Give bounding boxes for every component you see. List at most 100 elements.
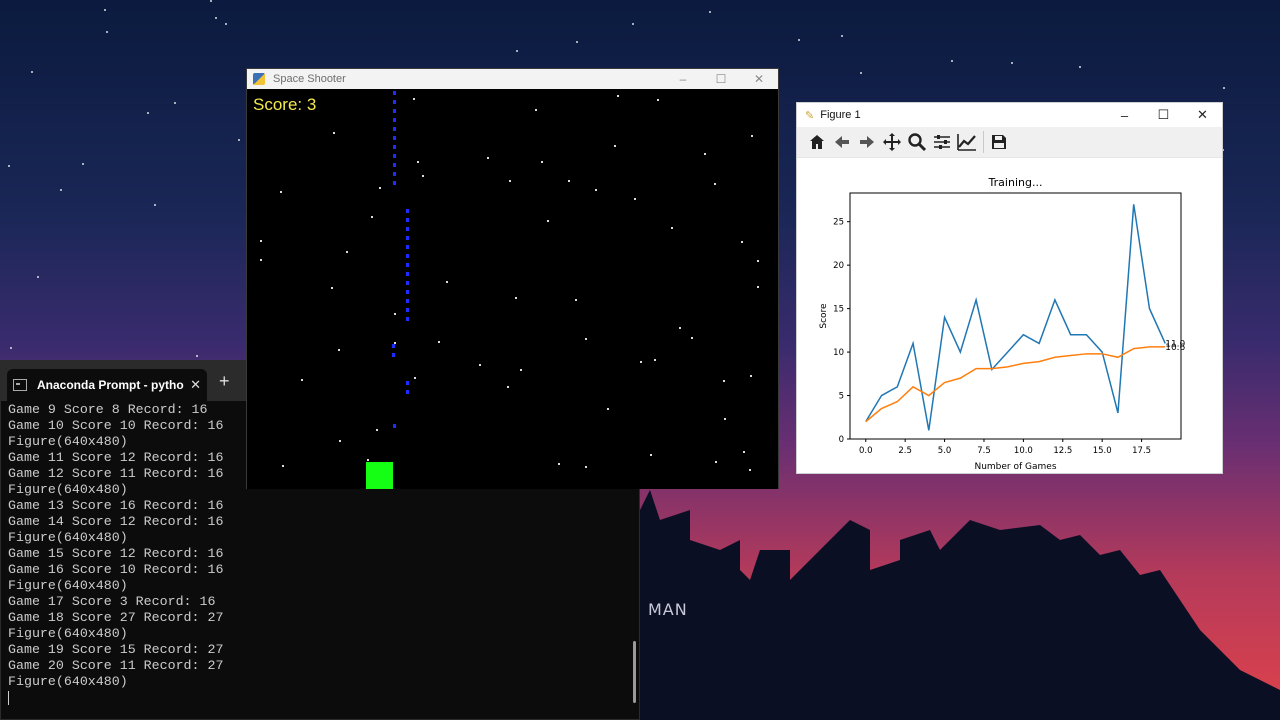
- close-button[interactable]: ✕: [740, 72, 778, 86]
- x-tick-label: 15.0: [1093, 446, 1112, 456]
- game-star: [413, 98, 415, 100]
- terminal-line: Game 14 Score 12 Record: 16: [8, 514, 224, 529]
- home-icon[interactable]: [805, 130, 829, 154]
- zoom-icon[interactable]: [905, 130, 929, 154]
- game-star: [333, 132, 335, 134]
- x-tick-label: 5.0: [938, 446, 952, 456]
- game-star: [558, 463, 560, 465]
- game-star: [535, 109, 537, 111]
- game-star: [691, 337, 693, 339]
- close-tab-icon[interactable]: ✕: [190, 377, 201, 393]
- back-arrow-icon[interactable]: [830, 130, 854, 154]
- laser-bullet: [406, 263, 409, 267]
- terminal-icon: [13, 379, 27, 391]
- terminal-line: Figure(640x480): [8, 626, 128, 641]
- game-star: [331, 287, 333, 289]
- y-tick-label: 5: [839, 392, 844, 402]
- x-tick-label: 10.0: [1014, 446, 1033, 456]
- laser-bullet: [406, 254, 409, 258]
- pan-icon[interactable]: [880, 130, 904, 154]
- edit-axis-icon[interactable]: [955, 130, 979, 154]
- terminal-tab-title: Anaconda Prompt - python s: [37, 378, 184, 392]
- game-star: [585, 338, 587, 340]
- game-star: [671, 227, 673, 229]
- game-star: [614, 145, 616, 147]
- laser-bullet: [392, 353, 395, 357]
- laser-bullet: [406, 381, 409, 385]
- game-titlebar[interactable]: Space Shooter – ☐ ✕: [247, 69, 778, 89]
- city-skyline: [640, 490, 1280, 720]
- laser-bullet: [393, 424, 396, 428]
- game-star: [541, 161, 543, 163]
- maximize-button[interactable]: ☐: [1144, 107, 1183, 123]
- game-star: [640, 361, 642, 363]
- game-canvas[interactable]: Score: 3: [247, 89, 778, 489]
- game-star: [679, 327, 681, 329]
- game-star: [704, 153, 706, 155]
- laser-bullet: [406, 236, 409, 240]
- laser-bullet: [406, 209, 409, 213]
- game-star: [346, 251, 348, 253]
- laser-bullet: [393, 163, 396, 167]
- figure-window-title: Figure 1: [820, 109, 861, 121]
- game-star: [509, 180, 511, 182]
- laser-bullet: [406, 308, 409, 312]
- game-star: [723, 380, 725, 382]
- terminal-line: Figure(640x480): [8, 530, 128, 545]
- game-star: [280, 191, 282, 193]
- close-button[interactable]: ✕: [1183, 107, 1222, 123]
- player-ship: [366, 462, 393, 489]
- figure-titlebar[interactable]: ✎ Figure 1 – ☐ ✕: [797, 103, 1222, 127]
- laser-bullet: [393, 136, 396, 140]
- laser-bullet: [393, 118, 396, 122]
- terminal-line: Game 19 Score 15 Record: 27: [8, 642, 224, 657]
- game-star: [547, 220, 549, 222]
- minimize-button[interactable]: –: [664, 72, 702, 86]
- configure-subplots-icon[interactable]: [930, 130, 954, 154]
- game-star: [715, 461, 717, 463]
- game-star: [585, 466, 587, 468]
- game-star: [260, 240, 262, 242]
- maximize-button[interactable]: ☐: [702, 72, 740, 86]
- x-tick-label: 0.0: [859, 446, 873, 456]
- laser-bullet: [393, 109, 396, 113]
- forward-arrow-icon[interactable]: [855, 130, 879, 154]
- laser-bullet: [393, 127, 396, 131]
- game-star: [515, 297, 517, 299]
- y-tick-label: 15: [833, 305, 844, 315]
- game-star: [634, 198, 636, 200]
- laser-bullet: [406, 218, 409, 222]
- terminal-tab[interactable]: Anaconda Prompt - python s ✕: [7, 369, 207, 401]
- x-tick-label: 2.5: [898, 446, 912, 456]
- terminal-scrollbar[interactable]: [633, 641, 636, 703]
- y-tick-label: 25: [833, 218, 844, 228]
- game-star: [507, 386, 509, 388]
- game-star: [367, 459, 369, 461]
- terminal-cursor: [8, 691, 9, 705]
- game-star: [479, 364, 481, 366]
- game-window-title: Space Shooter: [273, 73, 346, 85]
- game-star: [394, 313, 396, 315]
- y-axis-label: Score: [819, 303, 829, 329]
- laser-bullet: [406, 390, 409, 394]
- figure-toolbar: [797, 127, 1222, 158]
- chart-title: Training...: [988, 176, 1043, 189]
- python-icon: [253, 73, 265, 85]
- laser-bullet: [393, 100, 396, 104]
- minimize-button[interactable]: –: [1105, 108, 1144, 123]
- game-star: [379, 187, 381, 189]
- figure-window[interactable]: ✎ Figure 1 – ☐ ✕ Training... Number of G…: [796, 102, 1223, 474]
- save-icon[interactable]: [987, 130, 1011, 154]
- game-star: [417, 161, 419, 163]
- score-label: Score: 3: [253, 95, 317, 114]
- laser-bullet: [393, 91, 396, 95]
- wallpaper-text: MAN: [648, 600, 688, 619]
- game-star: [743, 451, 745, 453]
- x-tick-label: 17.5: [1132, 446, 1151, 456]
- terminal-line: Game 18 Score 27 Record: 27: [8, 610, 224, 625]
- terminal-line: Figure(640x480): [8, 674, 128, 689]
- space-shooter-window[interactable]: Space Shooter – ☐ ✕ Score: 3: [246, 68, 779, 489]
- new-tab-button[interactable]: +: [219, 371, 230, 392]
- terminal-line: Game 13 Score 16 Record: 16: [8, 498, 224, 513]
- terminal-line: Game 17 Score 3 Record: 16: [8, 594, 216, 609]
